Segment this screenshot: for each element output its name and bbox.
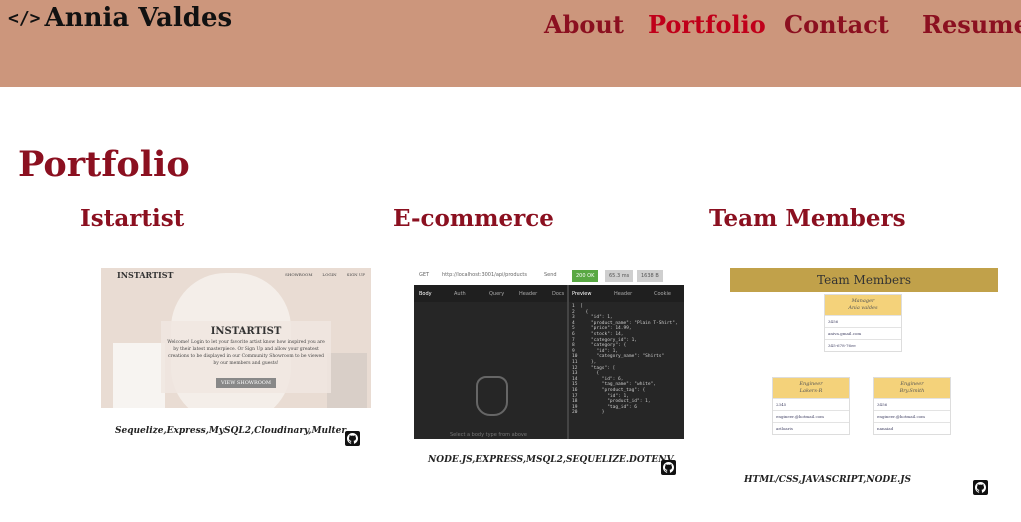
project-tech-team-members: HTML/CSS,JAVASCRIPT,NODE.JS xyxy=(744,475,911,485)
ecommerce-screenshot[interactable]: GET http://localhost:3001/api/products S… xyxy=(414,268,684,439)
nav-resume[interactable]: Resume xyxy=(922,10,1021,42)
code-icon: </> xyxy=(8,7,41,29)
preview-nav: SHOWROOM LOGIN SIGN UP xyxy=(285,272,365,277)
team-card-github: nanaiad xyxy=(874,422,950,434)
team-card-engineer: Engineer Lakers-R 2345 engineer.@hotmail… xyxy=(772,377,850,435)
request-method: GET xyxy=(419,272,430,278)
tab-cookie: Cookie xyxy=(654,291,671,297)
team-card-name: Ania valdes xyxy=(848,305,878,311)
preview-card-title: INSTARTIST xyxy=(210,326,282,337)
team-card-github: ariloaris xyxy=(773,422,849,434)
preview-card: INSTARTIST Welcome! Login to let your fa… xyxy=(161,321,331,393)
team-card-header: Manager Ania valdes xyxy=(825,295,901,315)
preview-card-text: Welcome! Login to let your favorite arti… xyxy=(167,340,325,366)
nav-about[interactable]: About xyxy=(544,10,624,42)
brand-name: Annia Valdes xyxy=(44,3,233,33)
nav-contact[interactable]: Contact xyxy=(784,10,889,42)
decor-tile xyxy=(113,343,165,408)
request-bar: GET http://localhost:3001/api/products S… xyxy=(414,268,684,285)
github-icon[interactable] xyxy=(661,460,676,475)
team-card-email: aniva.gmail.com xyxy=(825,327,901,339)
project-title-istartist: Istartist xyxy=(80,205,185,232)
team-card-email: engineer.@hotmail.com xyxy=(773,410,849,422)
body-type-hint: Select a body type from above xyxy=(450,432,527,438)
istartist-screenshot[interactable]: INSTARTIST SHOWROOM LOGIN SIGN UP INSTAR… xyxy=(101,268,371,408)
status-badge: 200 OK xyxy=(572,270,599,282)
site-header: </> Annia Valdes About Portfolio Contact… xyxy=(0,0,1021,87)
tab-header: Header xyxy=(519,291,538,297)
decor-tile xyxy=(327,353,367,408)
team-card-name: Bry.Smith xyxy=(899,388,925,394)
team-card-id: 2345 xyxy=(773,398,849,410)
team-banner: Team Members xyxy=(730,268,998,292)
team-card-id: 3456 xyxy=(874,398,950,410)
request-url: http://localhost:3001/api/products xyxy=(442,272,528,278)
time-badge: 65.3 ms xyxy=(605,270,634,282)
team-card-header: Engineer Bry.Smith xyxy=(874,378,950,398)
project-title-ecommerce: E-commerce xyxy=(393,205,554,232)
project-title-team-members: Team Members xyxy=(709,205,906,232)
team-card-header: Engineer Lakers-R xyxy=(773,378,849,398)
github-icon[interactable] xyxy=(345,431,360,446)
team-card-engineer: Engineer Bry.Smith 3456 engineer.@hotmai… xyxy=(873,377,951,435)
preview-card-button: VIEW SHOWROOM xyxy=(215,378,277,388)
team-card-email: engineer.@hotmail.com xyxy=(874,410,950,422)
preview-logo: INSTARTIST xyxy=(117,270,174,280)
team-card-role: Engineer xyxy=(900,381,924,387)
tab-docs: Docs xyxy=(552,291,565,297)
section-title: Portfolio xyxy=(18,144,190,185)
preview-nav-item: SIGN UP xyxy=(346,272,365,277)
preview-nav-item: LOGIN xyxy=(322,272,337,277)
send-label: Send xyxy=(544,272,557,278)
tab-query: Query xyxy=(489,291,505,297)
github-icon[interactable] xyxy=(973,480,988,495)
code-line: 20 } xyxy=(572,410,605,416)
project-tech-istartist: Sequelize,Express,MySQL2,Cloudinary,Mult… xyxy=(115,426,347,436)
team-members-screenshot[interactable]: Team Members Manager Ania valdes 3456 an… xyxy=(730,268,998,448)
team-card-id: 3456 xyxy=(825,315,901,327)
tab-auth: Auth xyxy=(454,291,466,297)
nav-portfolio[interactable]: Portfolio xyxy=(648,10,766,42)
tab-preview: Preview xyxy=(572,291,592,297)
team-card-name: Lakers-R xyxy=(799,388,823,394)
preview-nav-item: SHOWROOM xyxy=(285,272,313,277)
pane-divider xyxy=(567,285,569,439)
size-badge: 1638 B xyxy=(637,270,663,282)
team-card-role: Engineer xyxy=(799,381,823,387)
team-card-role: Manager xyxy=(851,298,875,304)
peace-hand-icon xyxy=(476,376,508,416)
response-code: 1 [2 {3 "id": 1, 4 "product_name": "Plain… xyxy=(572,304,678,416)
team-card-office: 345-678-76ee xyxy=(825,339,901,351)
tab-body: Body xyxy=(419,291,432,297)
project-tech-ecommerce: NODE.JS,EXPRESS,MSQL2,SEQUELIZE.DOTENV xyxy=(428,455,674,465)
tab-response-header: Header xyxy=(614,291,633,297)
team-card-manager: Manager Ania valdes 3456 aniva.gmail.com… xyxy=(824,294,902,352)
brand[interactable]: </> Annia Valdes xyxy=(8,2,232,34)
request-tabs: Body Auth Query Header Docs Preview Head… xyxy=(414,285,684,302)
